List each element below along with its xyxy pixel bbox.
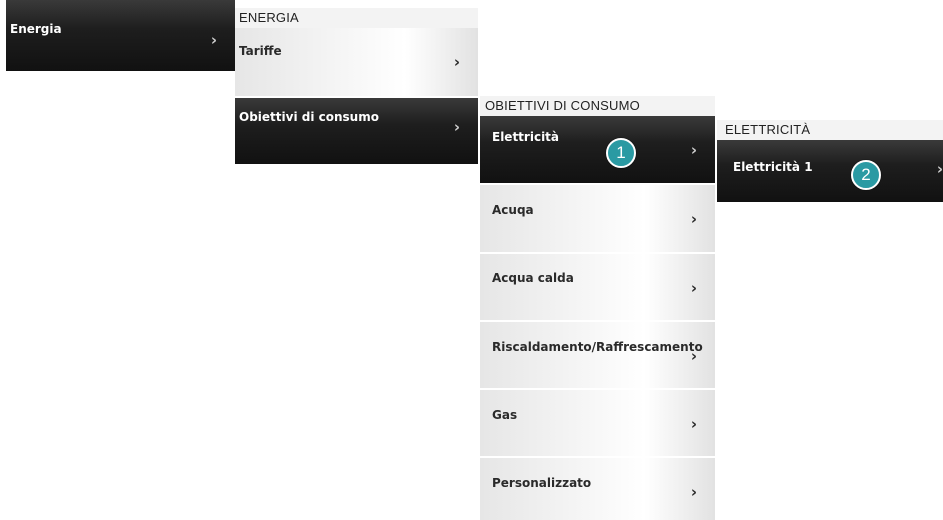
menu-item-acqua-calda[interactable]: Acqua calda › (480, 254, 715, 322)
menu-item-label: Gas (492, 408, 518, 422)
menu-item-label: Riscaldamento/Raffrescamento (492, 340, 703, 354)
menu-header: ENERGIA (235, 8, 478, 28)
menu-item-label: Obiettivi di consumo (239, 110, 379, 124)
chevron-right-icon: › (936, 160, 943, 178)
chevron-right-icon: › (210, 31, 217, 49)
menu-item-tariffe[interactable]: Tariffe › (235, 28, 478, 98)
menu-item-label: Elettricità 1 (733, 160, 813, 174)
menu-item-label: Acqua calda (492, 271, 574, 285)
chevron-right-icon: › (690, 279, 697, 297)
menu-item-energia[interactable]: Energia › (6, 0, 235, 73)
chevron-right-icon: › (453, 53, 460, 71)
menu-item-personalizzato[interactable]: Personalizzato › (480, 458, 715, 520)
menu-item-obiettivi-di-consumo[interactable]: Obiettivi di consumo › (235, 98, 478, 164)
menu-header: OBIETTIVI DI CONSUMO (480, 96, 715, 116)
menu-item-label: Acuqa (492, 203, 534, 217)
menu-item-label: Tariffe (239, 44, 282, 58)
chevron-right-icon: › (690, 415, 697, 433)
chevron-right-icon: › (453, 118, 460, 136)
elettricita-menu: ELETTRICITÀ Elettricità 1 › (717, 120, 943, 202)
root-menu: Energia › (6, 0, 235, 73)
menu-item-label: Energia (10, 22, 62, 36)
menu-header: ELETTRICITÀ (717, 120, 943, 140)
menu-item-acuqa[interactable]: Acuqa › (480, 185, 715, 254)
chevron-right-icon: › (690, 347, 697, 365)
chevron-right-icon: › (690, 141, 697, 159)
menu-item-label: Personalizzato (492, 476, 592, 490)
menu-item-riscaldamento-raffrescamento[interactable]: Riscaldamento/Raffrescamento › (480, 322, 715, 390)
menu-item-label: Elettricità (492, 130, 560, 144)
chevron-right-icon: › (690, 483, 697, 501)
callout-badge-2: 2 (851, 160, 881, 190)
chevron-right-icon: › (690, 210, 697, 228)
menu-item-elettricita[interactable]: Elettricità › (480, 116, 715, 185)
menu-item-gas[interactable]: Gas › (480, 390, 715, 458)
obiettivi-menu: OBIETTIVI DI CONSUMO Elettricità › Acuqa… (480, 96, 715, 520)
energia-menu: ENERGIA Tariffe › Obiettivi di consumo › (235, 8, 478, 164)
callout-badge-1: 1 (606, 138, 636, 168)
menu-item-elettricita-1[interactable]: Elettricità 1 › (717, 140, 943, 202)
